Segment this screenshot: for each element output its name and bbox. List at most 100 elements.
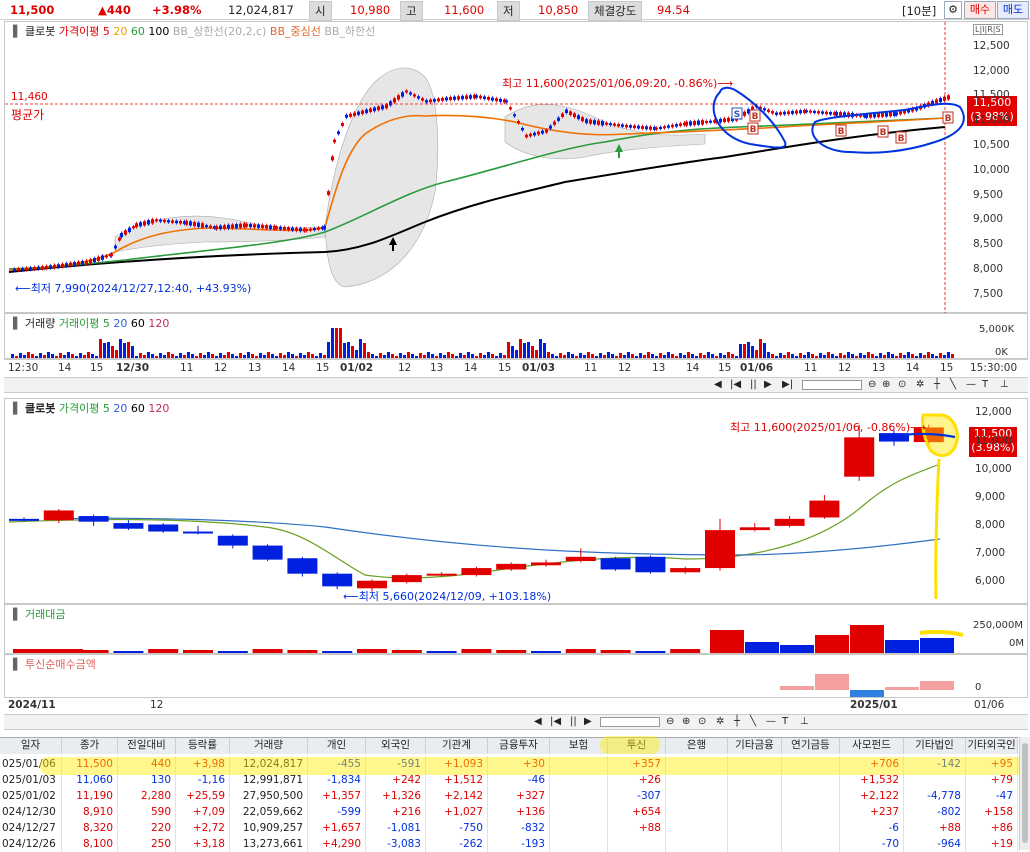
zoom-in-icon[interactable]: ⊕ (882, 379, 890, 390)
zoom-out-icon-2[interactable]: ⊖ (666, 716, 674, 727)
intraday-candle (625, 124, 628, 128)
table-header-cell[interactable]: 기타법인 (904, 738, 966, 754)
volume-bar (135, 356, 138, 358)
line-tool-icon[interactable]: ╲ (950, 379, 956, 390)
table-cell: 590 (118, 804, 176, 820)
volume-bar (903, 355, 906, 358)
scroll-end-icon[interactable]: ▶| (782, 379, 793, 390)
bb-band-area-1 (324, 67, 439, 288)
intraday-x-tick: 15 (498, 362, 512, 374)
intraday-candle (155, 219, 158, 222)
zoom-in-icon-2[interactable]: ⊕ (682, 716, 690, 727)
intraday-candle (41, 266, 44, 270)
intraday-x-tick: 12 (838, 362, 852, 374)
crosshair-icon[interactable]: ┼ (934, 379, 940, 390)
volume-bar (863, 355, 866, 358)
settings-icon-2[interactable]: ✲ (716, 716, 724, 727)
table-header-cell[interactable]: 은행 (666, 738, 728, 754)
table-header-cell[interactable]: 기타금융 (728, 738, 782, 754)
zoom-out-icon[interactable]: ⊖ (868, 379, 876, 390)
volume-bar (659, 353, 662, 358)
hline-tool-icon[interactable]: — (966, 379, 976, 390)
daily-y-tick: 6,000 (975, 575, 1006, 588)
trade-value-small-bar (565, 649, 596, 653)
reset-icon[interactable]: ⊙ (898, 379, 906, 390)
table-header-cell[interactable]: 사모펀드 (840, 738, 904, 754)
daily-candle (461, 568, 492, 576)
daily-candle (183, 531, 213, 534)
table-cell: +2,142 (426, 788, 488, 804)
scroll-start-icon-2[interactable]: |◀ (550, 716, 561, 727)
daily-ma20-line (44, 517, 941, 556)
volume-bar (335, 328, 338, 358)
table-header-cell[interactable]: 거래량 (230, 738, 308, 754)
intraday-candle (57, 264, 60, 268)
volume-bar (191, 354, 194, 358)
volume-bar (695, 356, 698, 358)
scrollbar-thumb[interactable] (1022, 743, 1028, 843)
play-icon-2[interactable]: ▶ (584, 716, 592, 727)
table-header-cell[interactable]: 개인 (308, 738, 366, 754)
volume-bar (207, 352, 210, 358)
table-cell: -832 (488, 820, 550, 836)
pause-icon[interactable]: || (750, 379, 757, 390)
crosshair-icon-2[interactable]: ┼ (734, 716, 740, 727)
table-header-cell[interactable]: 종가 (62, 738, 118, 754)
table-header-cell[interactable]: 기타외국인 (966, 738, 1018, 754)
daily-candle (600, 558, 631, 570)
settings-icon[interactable]: ✲ (916, 379, 924, 390)
intraday-toolbar: ◀ |◀ || ▶ ▶| ⊖ ⊕ ⊙ ✲ ┼ ╲ — T ⊥ (4, 377, 1028, 393)
volume-bar (887, 352, 890, 358)
reset-icon-2[interactable]: ⊙ (698, 716, 706, 727)
scroll-left-icon[interactable]: ◀ (714, 379, 722, 390)
zoom-slider-2[interactable] (600, 717, 660, 727)
period-selector[interactable]: [10분] (902, 3, 936, 19)
table-header-cell[interactable]: 등락률 (176, 738, 230, 754)
intraday-candle (809, 110, 812, 113)
intraday-candle (37, 266, 40, 270)
sell-button[interactable]: 매도 (997, 1, 1029, 19)
zoom-slider[interactable] (802, 380, 862, 390)
volume-bar (35, 356, 38, 358)
volume-bar (631, 354, 634, 358)
volume-bar (915, 356, 918, 358)
pause-icon-2[interactable]: || (570, 716, 577, 727)
intraday-candle (593, 120, 596, 125)
table-scrollbar[interactable] (1019, 737, 1030, 850)
table-header-cell[interactable]: 기관계 (426, 738, 488, 754)
volume-bar (159, 353, 162, 358)
table-header-cell[interactable]: 외국인 (366, 738, 426, 754)
volume-bar (671, 354, 674, 358)
table-cell (728, 804, 782, 820)
line-tool-icon-2[interactable]: ╲ (750, 716, 756, 727)
text-tool-icon[interactable]: T (982, 379, 988, 390)
table-header-cell[interactable]: 연기금등 (782, 738, 840, 754)
volume-bar (643, 355, 646, 358)
play-icon[interactable]: ▶ (764, 379, 772, 390)
intraday-candle (201, 223, 204, 228)
table-cell: -47 (966, 788, 1018, 804)
intraday-candle (235, 224, 238, 229)
text-tool-icon-2[interactable]: T (782, 716, 788, 727)
volume-bar (435, 356, 438, 358)
buy-button[interactable]: 매수 (964, 1, 996, 19)
daily-y-tick: 7,000 (975, 547, 1006, 559)
daily-toolbar: ◀ |◀ || ▶ ⊖ ⊕ ⊙ ✲ ┼ ╲ — T ⊥ (4, 714, 1028, 730)
table-header-cell[interactable]: 금융투자 (488, 738, 550, 754)
price-change: ▲440 (98, 3, 131, 17)
volume-bar (895, 356, 898, 358)
scroll-left-icon-2[interactable]: ◀ (534, 716, 542, 727)
period-tool-icon-2[interactable]: ⊥ (800, 716, 809, 727)
table-header-cell[interactable]: 일자 (0, 738, 62, 754)
scroll-start-icon[interactable]: |◀ (730, 379, 741, 390)
volume-bar (939, 353, 942, 358)
period-tool-icon[interactable]: ⊥ (1000, 379, 1009, 390)
hline-tool-icon-2[interactable]: — (766, 716, 776, 727)
intraday-candle (685, 121, 688, 126)
volume-bar (231, 354, 234, 358)
table-header-cell[interactable]: 전일대비 (118, 738, 176, 754)
gear-icon[interactable]: ⚙ (944, 1, 962, 19)
table-cell: 22,059,662 (230, 804, 308, 820)
trade-value-small-bar (322, 651, 353, 653)
table-cell: 2,280 (118, 788, 176, 804)
